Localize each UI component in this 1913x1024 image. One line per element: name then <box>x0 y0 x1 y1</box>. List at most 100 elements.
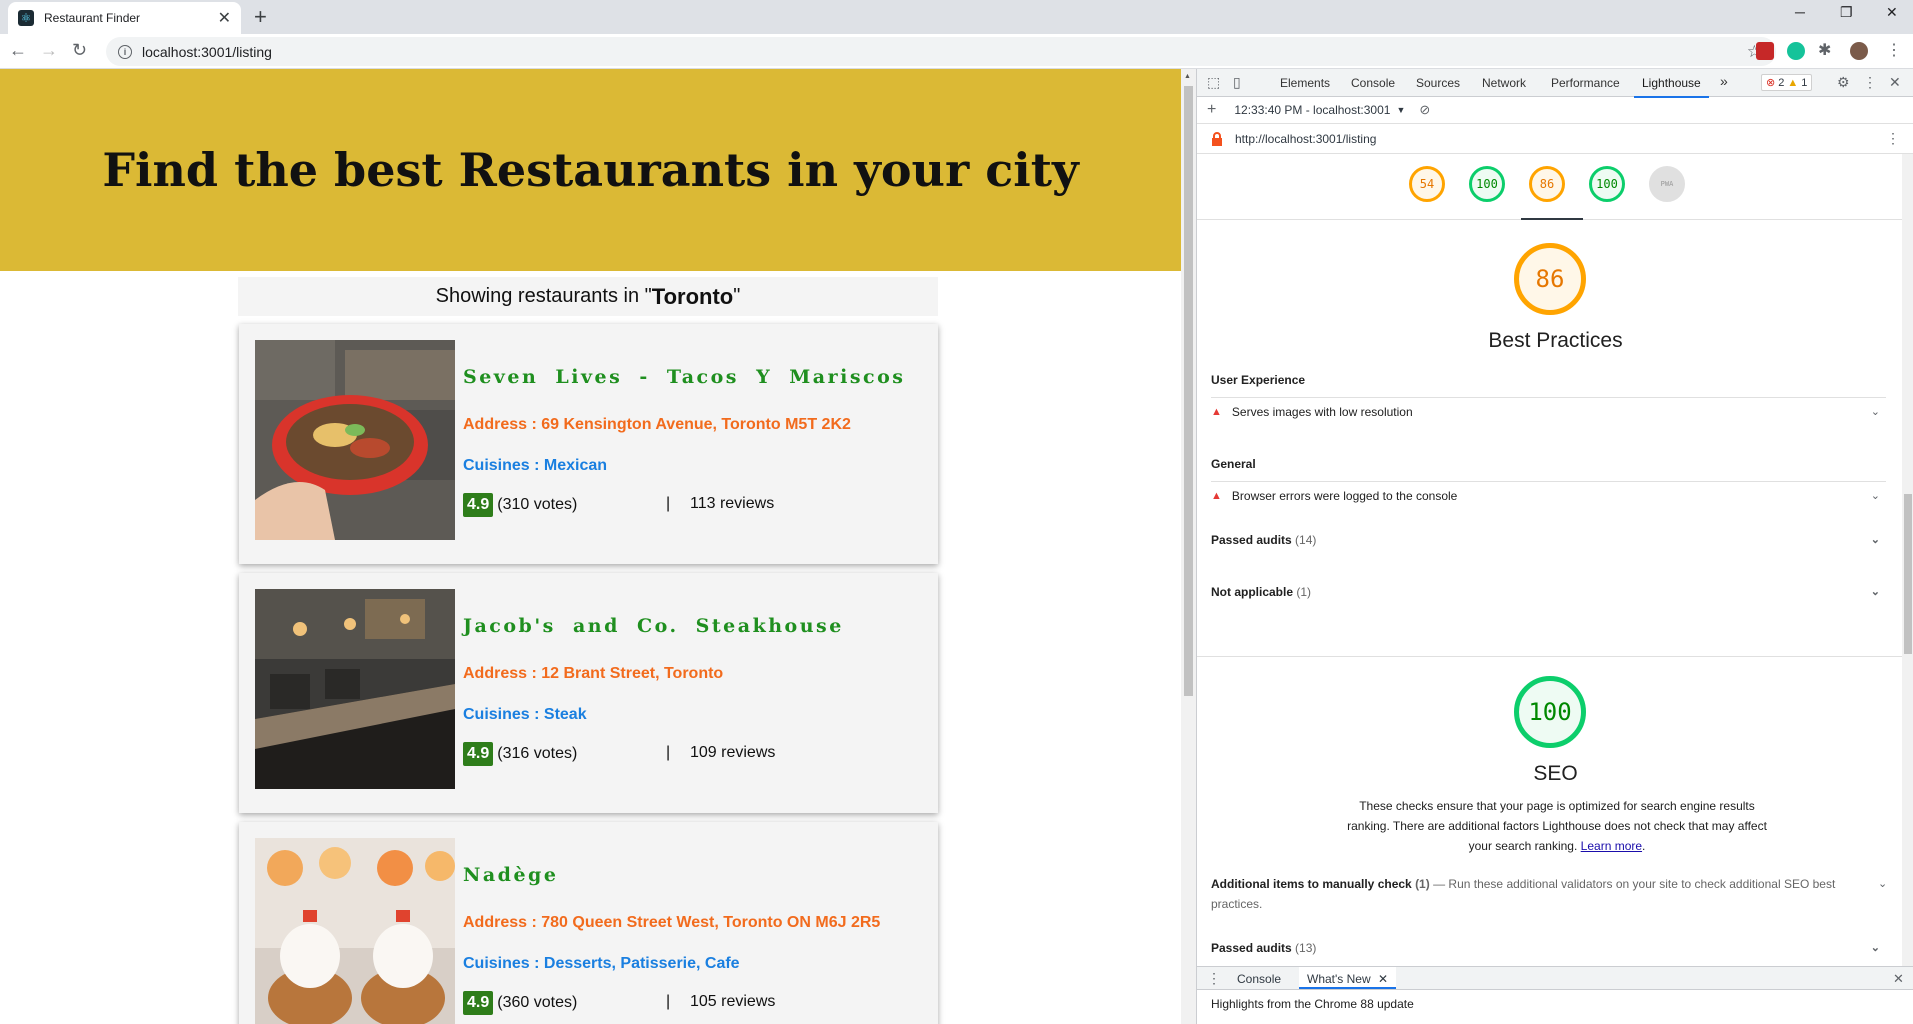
not-applicable-toggle[interactable]: Not applicable (1) ⌄ <box>1211 585 1886 599</box>
plus-icon[interactable]: + <box>1207 101 1216 119</box>
minimize-button[interactable]: ─ <box>1795 4 1805 20</box>
reviews-count: 113 reviews <box>690 495 775 512</box>
clear-icon[interactable]: ⊘ <box>1419 102 1430 118</box>
new-tab-button[interactable]: + <box>254 4 267 30</box>
learn-more-link[interactable]: Learn more <box>1581 839 1642 853</box>
drawer-menu-icon[interactable]: ⋮ <box>1207 970 1221 987</box>
restaurant-name[interactable]: Jacob's and Co. Steakhouse <box>463 615 844 637</box>
showing-prefix: Showing restaurants in " <box>435 285 652 307</box>
browser-tab[interactable]: ⚛ Restaurant Finder ✕ <box>8 2 241 34</box>
scroll-up-icon[interactable]: ▲ <box>1184 73 1191 80</box>
restaurant-name[interactable]: Seven Lives - Tacos Y Mariscos <box>463 366 905 388</box>
gauge-performance[interactable]: 54 <box>1409 166 1445 202</box>
restaurant-card[interactable]: Seven Lives - Tacos Y Mariscos Address :… <box>239 324 938 564</box>
tab-sources[interactable]: Sources <box>1416 76 1460 90</box>
restaurant-image <box>255 838 455 1024</box>
hero-banner: Find the best Restaurants in your city <box>0 69 1181 271</box>
drawer-tab-whats-new[interactable]: What's New ✕ <box>1299 967 1397 989</box>
url-text: localhost:3001/listing <box>142 43 272 60</box>
devtools-scrollbar[interactable] <box>1902 154 1913 966</box>
close-icon[interactable]: ✕ <box>218 8 231 28</box>
kebab-menu-icon[interactable]: ⋮ <box>1863 74 1877 91</box>
page-title: Find the best Restaurants in your city <box>102 143 1079 197</box>
page-scrollbar[interactable]: ▲ <box>1181 69 1196 1024</box>
scrollbar-thumb[interactable] <box>1184 86 1193 696</box>
close-drawer-icon[interactable]: ✕ <box>1893 971 1904 987</box>
restaurant-address: Address : 780 Queen Street West, Toronto… <box>463 914 881 931</box>
scrollbar-thumb[interactable] <box>1904 494 1912 654</box>
drawer-tab-console[interactable]: Console <box>1237 972 1281 986</box>
tab-console[interactable]: Console <box>1351 76 1395 90</box>
inspect-icon[interactable]: ⬚ <box>1207 74 1220 91</box>
chevron-down-icon[interactable]: ⌄ <box>1871 489 1880 502</box>
best-practices-score: 86 <box>1514 243 1586 315</box>
restaurant-rating: 4.9 (360 votes) <box>463 991 577 1015</box>
window-close-button[interactable]: ✕ <box>1886 4 1898 21</box>
divider: | <box>666 993 671 1010</box>
extension-icon[interactable] <box>1756 42 1774 60</box>
reload-icon[interactable]: ↻ <box>72 40 87 61</box>
report-selector[interactable]: 12:33:40 PM - localhost:3001 <box>1234 103 1390 117</box>
group-general: General <box>1211 457 1256 471</box>
audit-console-errors[interactable]: ▲ Browser errors were logged to the cons… <box>1211 481 1886 509</box>
warning-triangle-icon: ▲ <box>1211 405 1222 418</box>
chevron-down-icon[interactable]: ⌄ <box>1871 585 1880 598</box>
audit-low-res-images[interactable]: ▲ Serves images with low resolution ⌄ <box>1211 397 1886 425</box>
restaurant-name[interactable]: Nadège <box>463 864 558 886</box>
back-icon[interactable]: ← <box>9 40 27 61</box>
menu-icon[interactable]: ⋮ <box>1886 40 1904 59</box>
more-tabs-icon[interactable]: » <box>1720 73 1728 89</box>
warning-triangle-icon: ▲ <box>1211 489 1222 502</box>
address-bar[interactable]: i localhost:3001/listing ☆ <box>106 37 1776 66</box>
tab-network[interactable]: Network <box>1482 76 1526 90</box>
restaurant-address: Address : 12 Brant Street, Toronto <box>463 665 724 682</box>
warning-count: 1 <box>1801 76 1808 89</box>
seo-passed-audits-toggle[interactable]: Passed audits (13) ⌄ <box>1211 941 1886 955</box>
info-icon[interactable]: i <box>118 44 132 59</box>
close-icon[interactable]: ✕ <box>1378 972 1388 986</box>
restaurant-card[interactable]: Nadège Address : 780 Queen Street West, … <box>239 822 938 1024</box>
passed-count: (14) <box>1295 533 1317 547</box>
settings-gear-icon[interactable]: ⚙ <box>1837 74 1850 91</box>
tab-lighthouse[interactable]: Lighthouse <box>1634 76 1709 98</box>
dropdown-icon[interactable]: ▼ <box>1396 105 1405 115</box>
tab-performance[interactable]: Performance <box>1551 76 1620 90</box>
manual-checks-toggle[interactable]: Additional items to manually check (1) —… <box>1211 874 1861 914</box>
restaurant-card[interactable]: Jacob's and Co. Steakhouse Address : 12 … <box>239 573 938 813</box>
page-viewport: Find the best Restaurants in your city S… <box>0 69 1181 1024</box>
restaurant-cuisines: Cuisines : Mexican <box>463 457 608 474</box>
lighthouse-toolbar: + 12:33:40 PM - localhost:3001 ▼ ⊘ <box>1197 97 1913 124</box>
error-icon: ⊗ <box>1766 77 1776 89</box>
gauge-pwa[interactable]: PWA <box>1649 166 1685 202</box>
gauge-seo[interactable]: 100 <box>1589 166 1625 202</box>
restore-button[interactable]: ❐ <box>1840 4 1853 21</box>
avatar[interactable] <box>1850 42 1868 60</box>
issues-badge[interactable]: ⊗ 2 ▲ 1 <box>1761 74 1813 91</box>
forward-icon[interactable]: → <box>40 40 58 61</box>
chevron-down-icon[interactable]: ⌄ <box>1871 941 1880 954</box>
na-count: (1) <box>1296 585 1312 599</box>
device-toggle-icon[interactable]: ▯ <box>1233 74 1241 91</box>
report-menu-icon[interactable]: ⋮ <box>1886 130 1900 147</box>
chevron-down-icon[interactable]: ⌄ <box>1871 405 1880 418</box>
close-devtools-icon[interactable]: ✕ <box>1889 74 1901 91</box>
restaurant-cuisines: Cuisines : Steak <box>463 706 587 723</box>
tab-elements[interactable]: Elements <box>1280 76 1330 90</box>
chevron-down-icon[interactable]: ⌄ <box>1871 533 1880 546</box>
passed-audits-toggle[interactable]: Passed audits (14) ⌄ <box>1211 533 1886 547</box>
seo-description-text: These checks ensure that your page is op… <box>1347 799 1767 853</box>
active-gauge-indicator <box>1521 218 1583 220</box>
seo-passed-label: Passed audits <box>1211 941 1292 955</box>
restaurant-image <box>255 589 455 789</box>
audit-title: Browser errors were logged to the consol… <box>1231 488 1458 503</box>
gauge-best-practices[interactable]: 86 <box>1529 166 1565 202</box>
restaurant-rating: 4.9 (316 votes) <box>463 742 577 766</box>
grammarly-icon[interactable] <box>1787 42 1805 60</box>
seo-score: 100 <box>1514 676 1586 748</box>
puzzle-icon[interactable]: ✱ <box>1818 40 1836 59</box>
chevron-down-icon[interactable]: ⌄ <box>1878 877 1887 890</box>
votes-count: (310 votes) <box>497 496 578 513</box>
report-url-bar: http://localhost:3001/listing ⋮ <box>1197 124 1913 154</box>
gauge-accessibility[interactable]: 100 <box>1469 166 1505 202</box>
seo-passed-count: (13) <box>1295 941 1317 955</box>
